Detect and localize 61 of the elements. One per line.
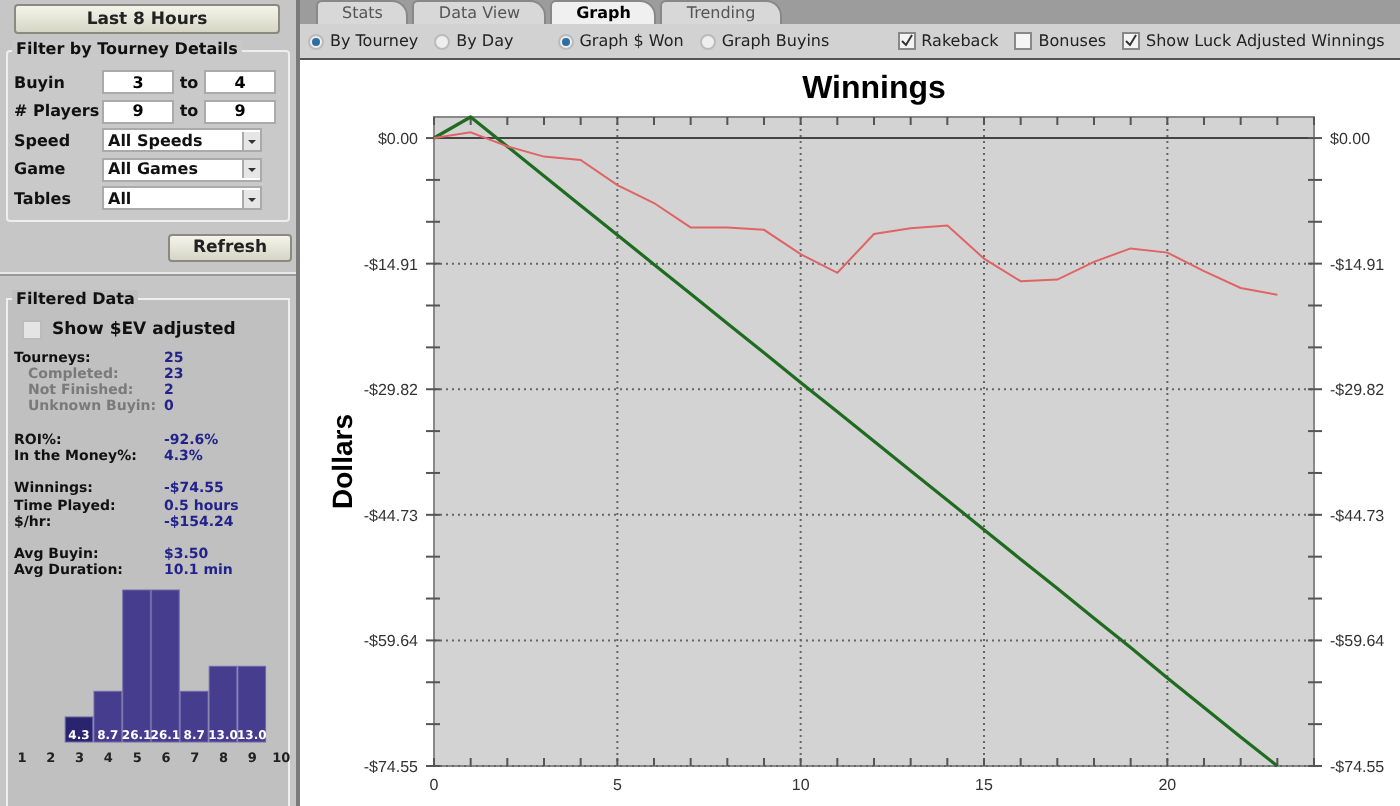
checkbox-label: Rakeback [921,32,999,50]
period-button[interactable]: Last 8 Hours [14,4,280,34]
field-label: Game [14,160,68,179]
checkbox-label: Show Luck Adjusted Winnings [1146,32,1385,50]
refresh-button[interactable]: Refresh [168,233,292,261]
radio-button[interactable] [308,33,324,49]
tick-label: 20 [1158,776,1177,794]
tick-label: -$44.73 [1330,506,1385,525]
radio-label: Graph $ Won [579,32,684,50]
caret-icon [242,131,260,150]
radio-button[interactable] [699,33,716,49]
tick-label: 5 [612,776,622,794]
checkbox[interactable] [1014,32,1033,50]
checkbox[interactable] [22,319,42,339]
tick-label: -$29.82 [1330,381,1385,400]
dropdown[interactable]: All Games [102,157,262,182]
radio-label: Graph Buyins [721,32,830,50]
chart-title: Winnings [802,72,946,106]
field-label: Buyin [14,73,67,92]
radio-label: By Tourney [330,32,419,50]
field-label: Tables [14,189,73,208]
tick-label: 15 [975,776,993,794]
tick-label: 0 [429,776,439,794]
radio-button[interactable] [434,33,451,49]
checkbox-label: Bonuses [1038,32,1107,50]
panel-title: Filtered Data [12,289,139,307]
histogram-bar [237,665,267,743]
tick-label: 10 [791,776,810,794]
tick-label: -$74.55 [363,758,418,776]
tick-label: -$74.55 [1330,758,1385,776]
tick-label: $0.00 [1330,130,1371,149]
number-field[interactable]: 4 [204,70,276,95]
tab[interactable]: Stats [316,0,409,24]
field-label: Speed [14,131,73,150]
tab[interactable]: Data View [412,0,547,24]
checkbox[interactable] [897,32,916,50]
number-field[interactable]: 3 [102,70,174,95]
number-field[interactable]: 9 [102,99,174,124]
tick-label: -$44.73 [363,506,418,525]
tick-label: $0.00 [377,130,418,149]
field-label: # Players [14,102,102,121]
radio-label: By Day [456,32,514,50]
caret-icon [242,189,260,208]
to-label: to [177,73,201,92]
number-field[interactable]: 9 [204,99,276,124]
checkbox-label: Show $EV adjusted [52,319,236,339]
dropdown[interactable]: All Speeds [102,128,262,153]
radio-button[interactable] [557,33,574,49]
tick-label: -$59.64 [1330,632,1385,651]
tick-label: -$14.91 [1330,255,1385,274]
dropdown[interactable]: All [102,186,262,211]
checkbox[interactable] [1122,32,1141,50]
tick-label: -$29.82 [363,381,418,400]
to-label: to [177,102,201,121]
panel-title: Filter by Tourney Details [12,40,242,58]
tab[interactable]: Graph [550,0,657,24]
tab[interactable]: Trending [660,0,782,24]
caret-icon [242,160,260,179]
tick-label: -$14.91 [363,255,418,274]
axis-title: Dollars [326,414,358,509]
tick-label: -$59.64 [363,632,418,651]
